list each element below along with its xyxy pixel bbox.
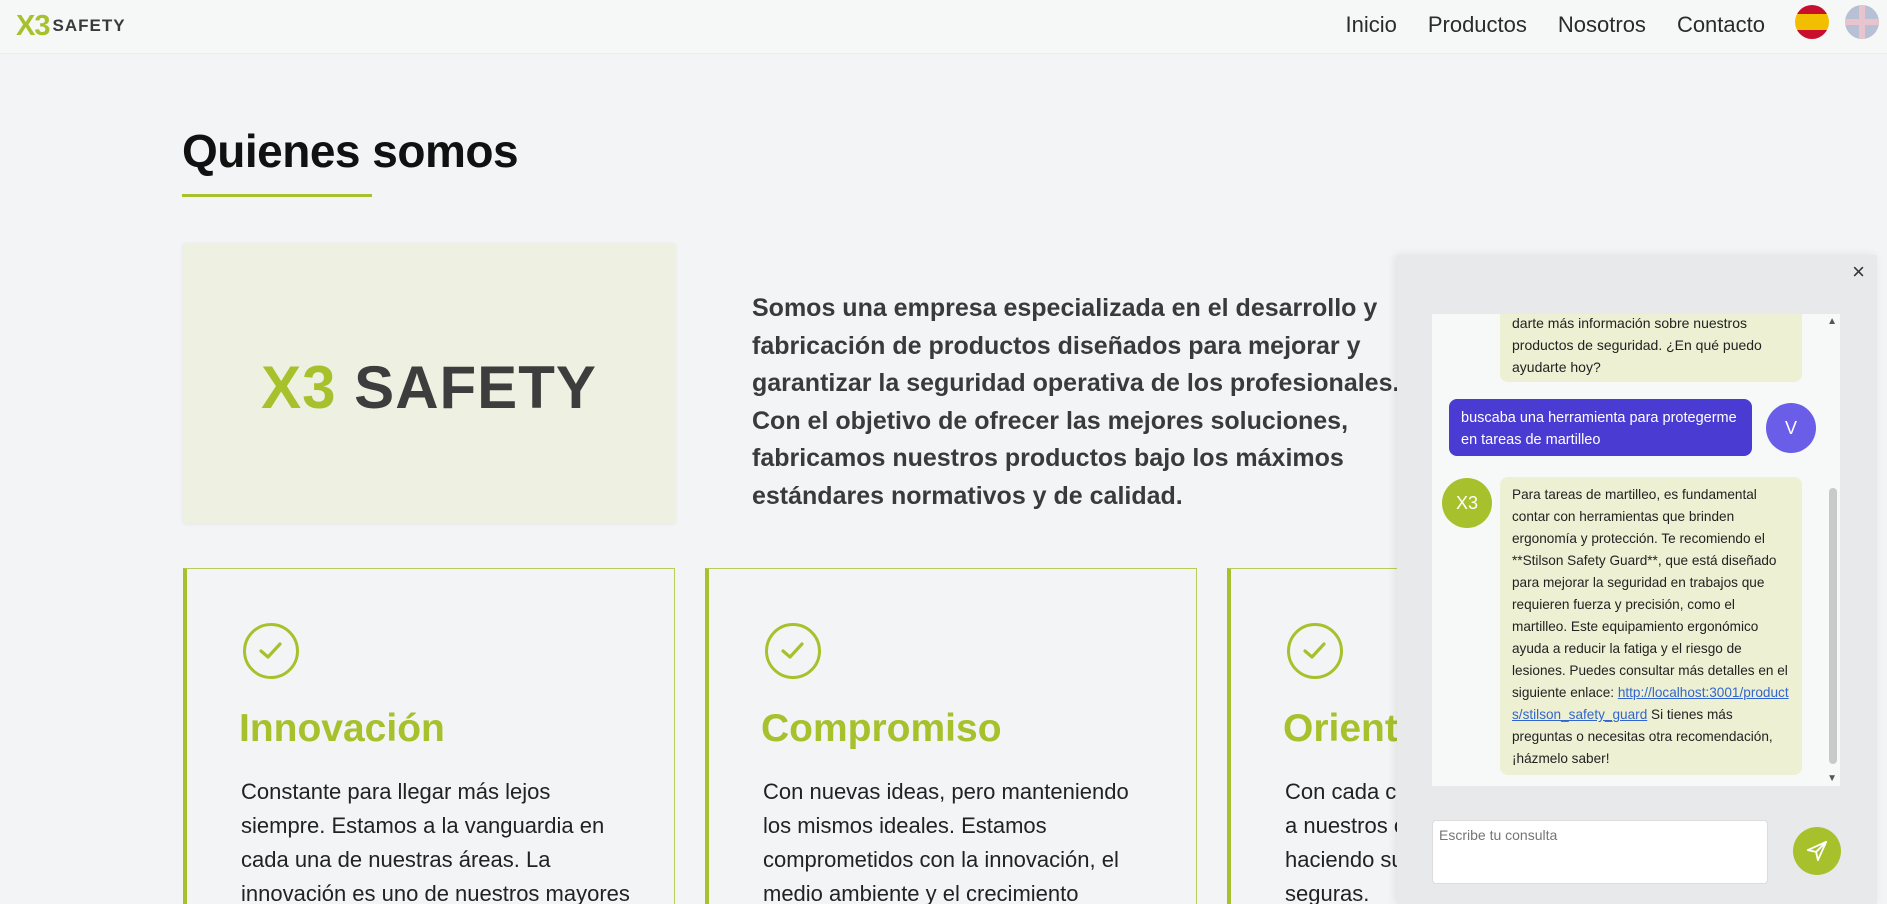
card-text: Constante para llegar más lejos siempre.…: [241, 779, 630, 904]
chat-scrollbar[interactable]: [1829, 488, 1837, 764]
card-title: Compromiso: [761, 707, 1002, 750]
main-nav: Inicio Productos Nosotros Contacto: [1314, 12, 1765, 38]
bot-message-text: Para tareas de martilleo, es fundamental…: [1512, 487, 1788, 700]
title-underline: [182, 194, 372, 197]
send-button[interactable]: [1793, 827, 1841, 875]
intro-paragraph: Somos una empresa especializada en el de…: [752, 294, 1400, 510]
check-circle-icon: [243, 623, 299, 679]
close-icon[interactable]: ×: [1852, 259, 1865, 285]
nav-productos[interactable]: Productos: [1428, 12, 1527, 38]
scroll-up-arrow-icon[interactable]: ▲: [1827, 316, 1837, 327]
logo-safety-text: SAFETY: [52, 16, 126, 35]
big-logo: X3 SAFETY: [183, 353, 675, 422]
company-logo-panel: X3 SAFETY: [183, 243, 675, 523]
user-avatar: V: [1766, 403, 1816, 453]
page-title: Quienes somos: [182, 125, 519, 177]
bot-avatar: X3: [1442, 478, 1492, 528]
bot-message: darte más información sobre nuestros pro…: [1500, 314, 1802, 382]
value-card-innovacion: Innovación Constante para llegar más lej…: [183, 568, 675, 904]
scroll-down-arrow-icon[interactable]: ▼: [1827, 773, 1837, 784]
nav-contacto[interactable]: Contacto: [1677, 12, 1765, 38]
value-card-compromiso: Compromiso Con nuevas ideas, pero manten…: [705, 568, 1197, 904]
chat-input[interactable]: [1432, 820, 1768, 884]
send-icon: [1806, 840, 1828, 862]
spain-flag-icon[interactable]: [1795, 5, 1829, 39]
check-circle-icon: [765, 623, 821, 679]
chat-widget: × darte más información sobre nuestros p…: [1397, 255, 1877, 904]
chat-message-log[interactable]: darte más información sobre nuestros pro…: [1432, 314, 1840, 786]
nav-nosotros[interactable]: Nosotros: [1558, 12, 1646, 38]
uk-flag-icon[interactable]: [1845, 5, 1879, 39]
big-logo-safety: SAFETY: [354, 354, 597, 421]
card-text: Con nuevas ideas, pero manteniendo los m…: [763, 779, 1129, 904]
big-logo-x3: X3: [261, 354, 337, 421]
card-title: Innovación: [239, 707, 445, 750]
check-circle-icon: [1287, 623, 1343, 679]
nav-inicio[interactable]: Inicio: [1345, 12, 1396, 38]
bot-message: Para tareas de martilleo, es fundamental…: [1500, 477, 1802, 775]
site-logo[interactable]: X3 SAFETY: [16, 9, 126, 42]
logo-x3-text: X3: [16, 9, 50, 42]
site-header: X3 SAFETY Inicio Productos Nosotros Cont…: [0, 0, 1887, 54]
user-message: buscaba una herramienta para protegerme …: [1449, 399, 1752, 456]
